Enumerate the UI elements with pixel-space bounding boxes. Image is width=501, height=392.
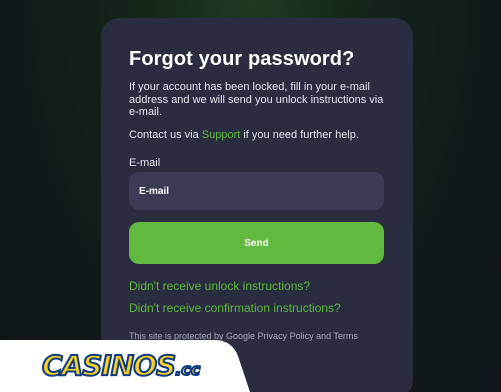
send-button[interactable]: Send xyxy=(129,222,384,264)
recaptcha-notice: This site is protected by Google Privacy… xyxy=(129,331,358,341)
support-link[interactable]: Support xyxy=(202,129,241,141)
email-field[interactable] xyxy=(129,172,384,210)
unlock-instructions-link[interactable]: Didn't receive unlock instructions? xyxy=(129,279,310,293)
page-title: Forgot your password? xyxy=(129,48,355,70)
contact-prefix: Contact us via xyxy=(129,129,202,141)
contact-suffix: if you need further help. xyxy=(240,129,359,141)
email-label: E-mail xyxy=(129,157,161,169)
confirmation-instructions-link[interactable]: Didn't receive confirmation instructions… xyxy=(129,301,341,315)
casinos-logo: CASINOS.cc xyxy=(41,348,201,383)
instructions-text: If your account has been locked, fill in… xyxy=(129,81,384,118)
contact-text: Contact us via Support if you need furth… xyxy=(129,129,359,141)
forgot-password-card: Forgot your password? If your account ha… xyxy=(101,18,413,392)
logo-text: CASINOS xyxy=(41,348,177,383)
logo-suffix: .cc xyxy=(174,359,201,380)
